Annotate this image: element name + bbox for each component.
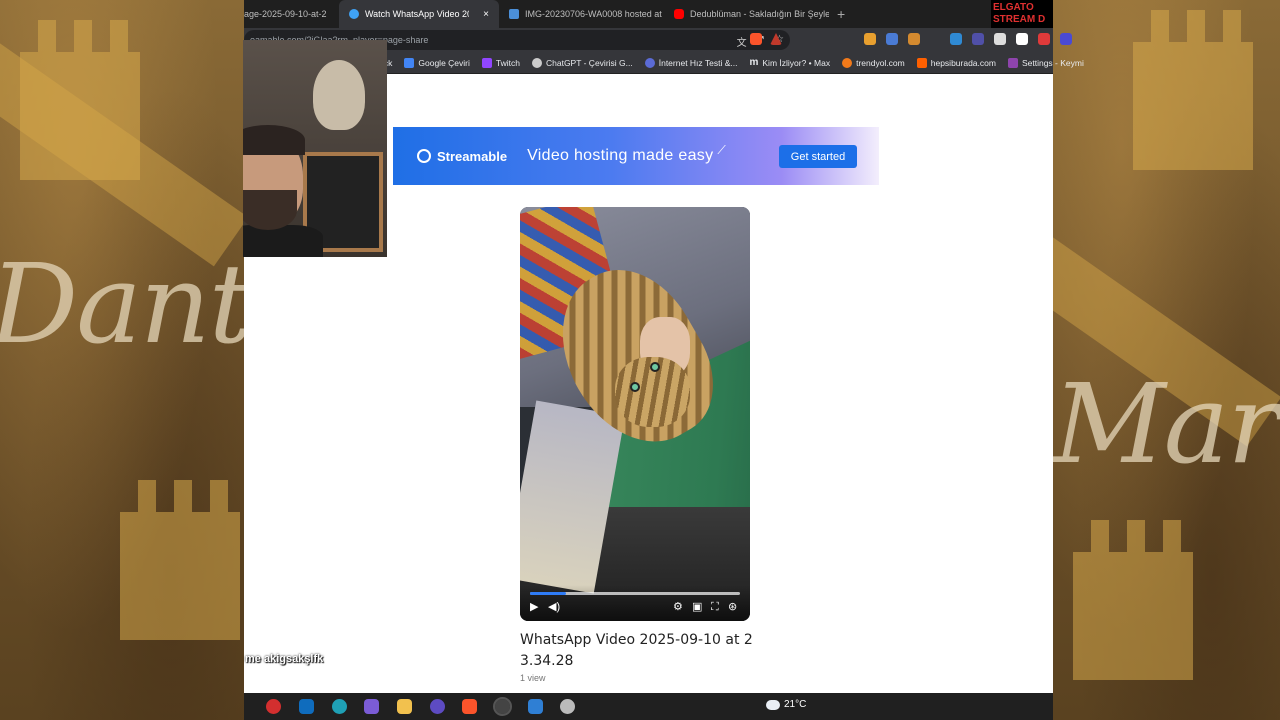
chat-overlay-text: me akigsakşlfk [245,653,324,665]
bookmark-label: hepsiburada.com [930,57,996,68]
webcam-overlay [243,40,387,257]
bookmark-trendyol[interactable]: trendyol.com [842,57,905,68]
taskbar [244,693,1053,720]
tab-label: Watch WhatsApp Video 2025-09 [365,9,469,19]
stream-overlay-right-panel: Marau [1053,0,1280,720]
bookmark-speed-test[interactable]: İnternet Hız Testi &... [644,57,738,68]
bookmark-label: İnternet Hız Testi &... [658,57,738,68]
extension-icon[interactable] [1016,33,1028,45]
close-tab-icon[interactable]: × [483,9,489,20]
streamable-logo: Streamable [417,149,507,164]
bookmark-label: trendyol.com [856,57,905,68]
extension-icon[interactable] [886,33,898,45]
weather-widget[interactable]: 21°C [766,699,806,710]
volume-icon[interactable]: ◀) [548,601,560,613]
play-icon[interactable]: ▶ [530,601,538,613]
bookmark-label: Twitch [495,57,520,68]
settings-gear-icon[interactable]: ⚙ [673,601,683,613]
castle-emblem [1133,10,1253,170]
bookmark-label: Settings - Keymi [1021,57,1084,68]
trendyol-icon [842,57,853,68]
stream-overlay-left-panel: Dantes [0,0,244,720]
file-explorer-icon[interactable] [397,699,412,714]
bookmark-label: ChatGPT - Çevirisi G... [545,57,633,68]
chat-app-icon[interactable] [430,699,445,714]
keymi-icon [1007,57,1018,68]
edge-icon[interactable] [332,699,347,714]
bookmark-hepsiburada[interactable]: hepsiburada.com [916,57,996,68]
tab-img-hosted[interactable]: IMG-20230706-WA0008 hosted at In [499,0,664,28]
bookmark-label: Kim İzliyor? • Max [762,57,831,68]
tab-strip: age-2025-09-10-at-2 Watch WhatsApp Video… [244,0,1053,28]
paint-icon[interactable] [528,699,543,714]
youtube-favicon-icon [674,9,684,19]
video-controls: ▶ ◀) ⚙ ▣ ⛶ ⊛ [520,585,750,621]
sparkle-icon: ⟋ [717,142,726,157]
elgato-overlay-badge: ELGATO STREAM D [991,0,1053,28]
overlay-script-text: Dantes [0,240,244,368]
temperature: 21°C [784,699,807,710]
cloudy-weather-icon [766,699,780,710]
extension-icon[interactable] [1060,33,1072,45]
get-started-button[interactable]: Get started [779,145,857,168]
brand-name: Streamable [437,148,508,164]
streamable-favicon-icon [349,9,359,19]
bookmark-max[interactable]: m Kim İzliyor? • Max [749,57,830,68]
extension-icon[interactable] [972,33,984,45]
video-player[interactable]: ▶ ◀) ⚙ ▣ ⛶ ⊛ [520,207,750,621]
bookmark-settings[interactable]: Settings - Keymi [1007,57,1084,68]
tab-watch-whatsapp-video[interactable]: Watch WhatsApp Video 2025-09 × [339,0,499,28]
obs-icon[interactable] [493,697,512,716]
fullscreen-icon[interactable]: ⛶ [711,601,719,613]
extension-icon[interactable] [950,33,962,45]
picture-in-picture-icon[interactable]: ▣ [692,601,702,613]
video-title: WhatsApp Video 2025-09-10 at 2 3.34.28 [520,632,753,669]
bookmark-google-translate[interactable]: Google Çeviri [404,57,470,68]
extension-icon[interactable] [994,33,1006,45]
speed-test-icon [644,57,655,68]
view-count: 1 view [520,673,546,683]
progress-bar[interactable] [530,592,740,595]
app-icon[interactable] [560,699,575,714]
opera-icon[interactable] [266,699,281,714]
tab-streamable-image[interactable]: age-2025-09-10-at-2 [244,0,339,28]
bookmark-chatgpt[interactable]: ChatGPT - Çevirisi G... [531,57,633,68]
bookmark-twitch[interactable]: Twitch [481,57,520,68]
tab-label: IMG-20230706-WA0008 hosted at In [525,9,664,19]
chatgpt-icon [531,57,542,68]
video-frame [520,207,750,621]
copilot-icon[interactable] [364,699,379,714]
translate-icon[interactable]: 文 [737,34,747,49]
castle-emblem [1073,520,1193,680]
brave-rewards-icon[interactable] [770,33,782,45]
new-tab-button[interactable]: + [829,6,853,22]
imgbox-favicon-icon [509,9,519,19]
castle-emblem [120,480,240,640]
extension-icon[interactable] [908,33,920,45]
tab-label: Dedublüman - Sakladığın Bir Şeyler [690,9,829,19]
google-translate-icon [404,57,415,68]
brave-icon[interactable] [462,699,477,714]
promo-banner[interactable]: Streamable Video hosting made easy ⟋ Get… [393,127,879,185]
max-icon: m [749,57,759,68]
streamable-logo-icon[interactable]: ⊛ [728,601,737,613]
progress-fill [530,592,566,595]
brave-shield-icon[interactable] [750,33,762,45]
bookmark-label: Google Çeviri [418,57,470,68]
extension-icon[interactable] [864,33,876,45]
tab-label: age-2025-09-10-at-2 [244,9,327,19]
tab-youtube-dedubluman[interactable]: Dedublüman - Sakladığın Bir Şeyler [664,0,829,28]
twitch-icon [481,57,492,68]
overlay-script-text: Marau [1053,360,1280,488]
outlook-icon[interactable] [299,699,314,714]
promo-tagline: Video hosting made easy [527,147,714,164]
streamable-logo-icon [417,149,431,163]
extension-icon[interactable] [1038,33,1050,45]
hepsiburada-icon [916,57,927,68]
